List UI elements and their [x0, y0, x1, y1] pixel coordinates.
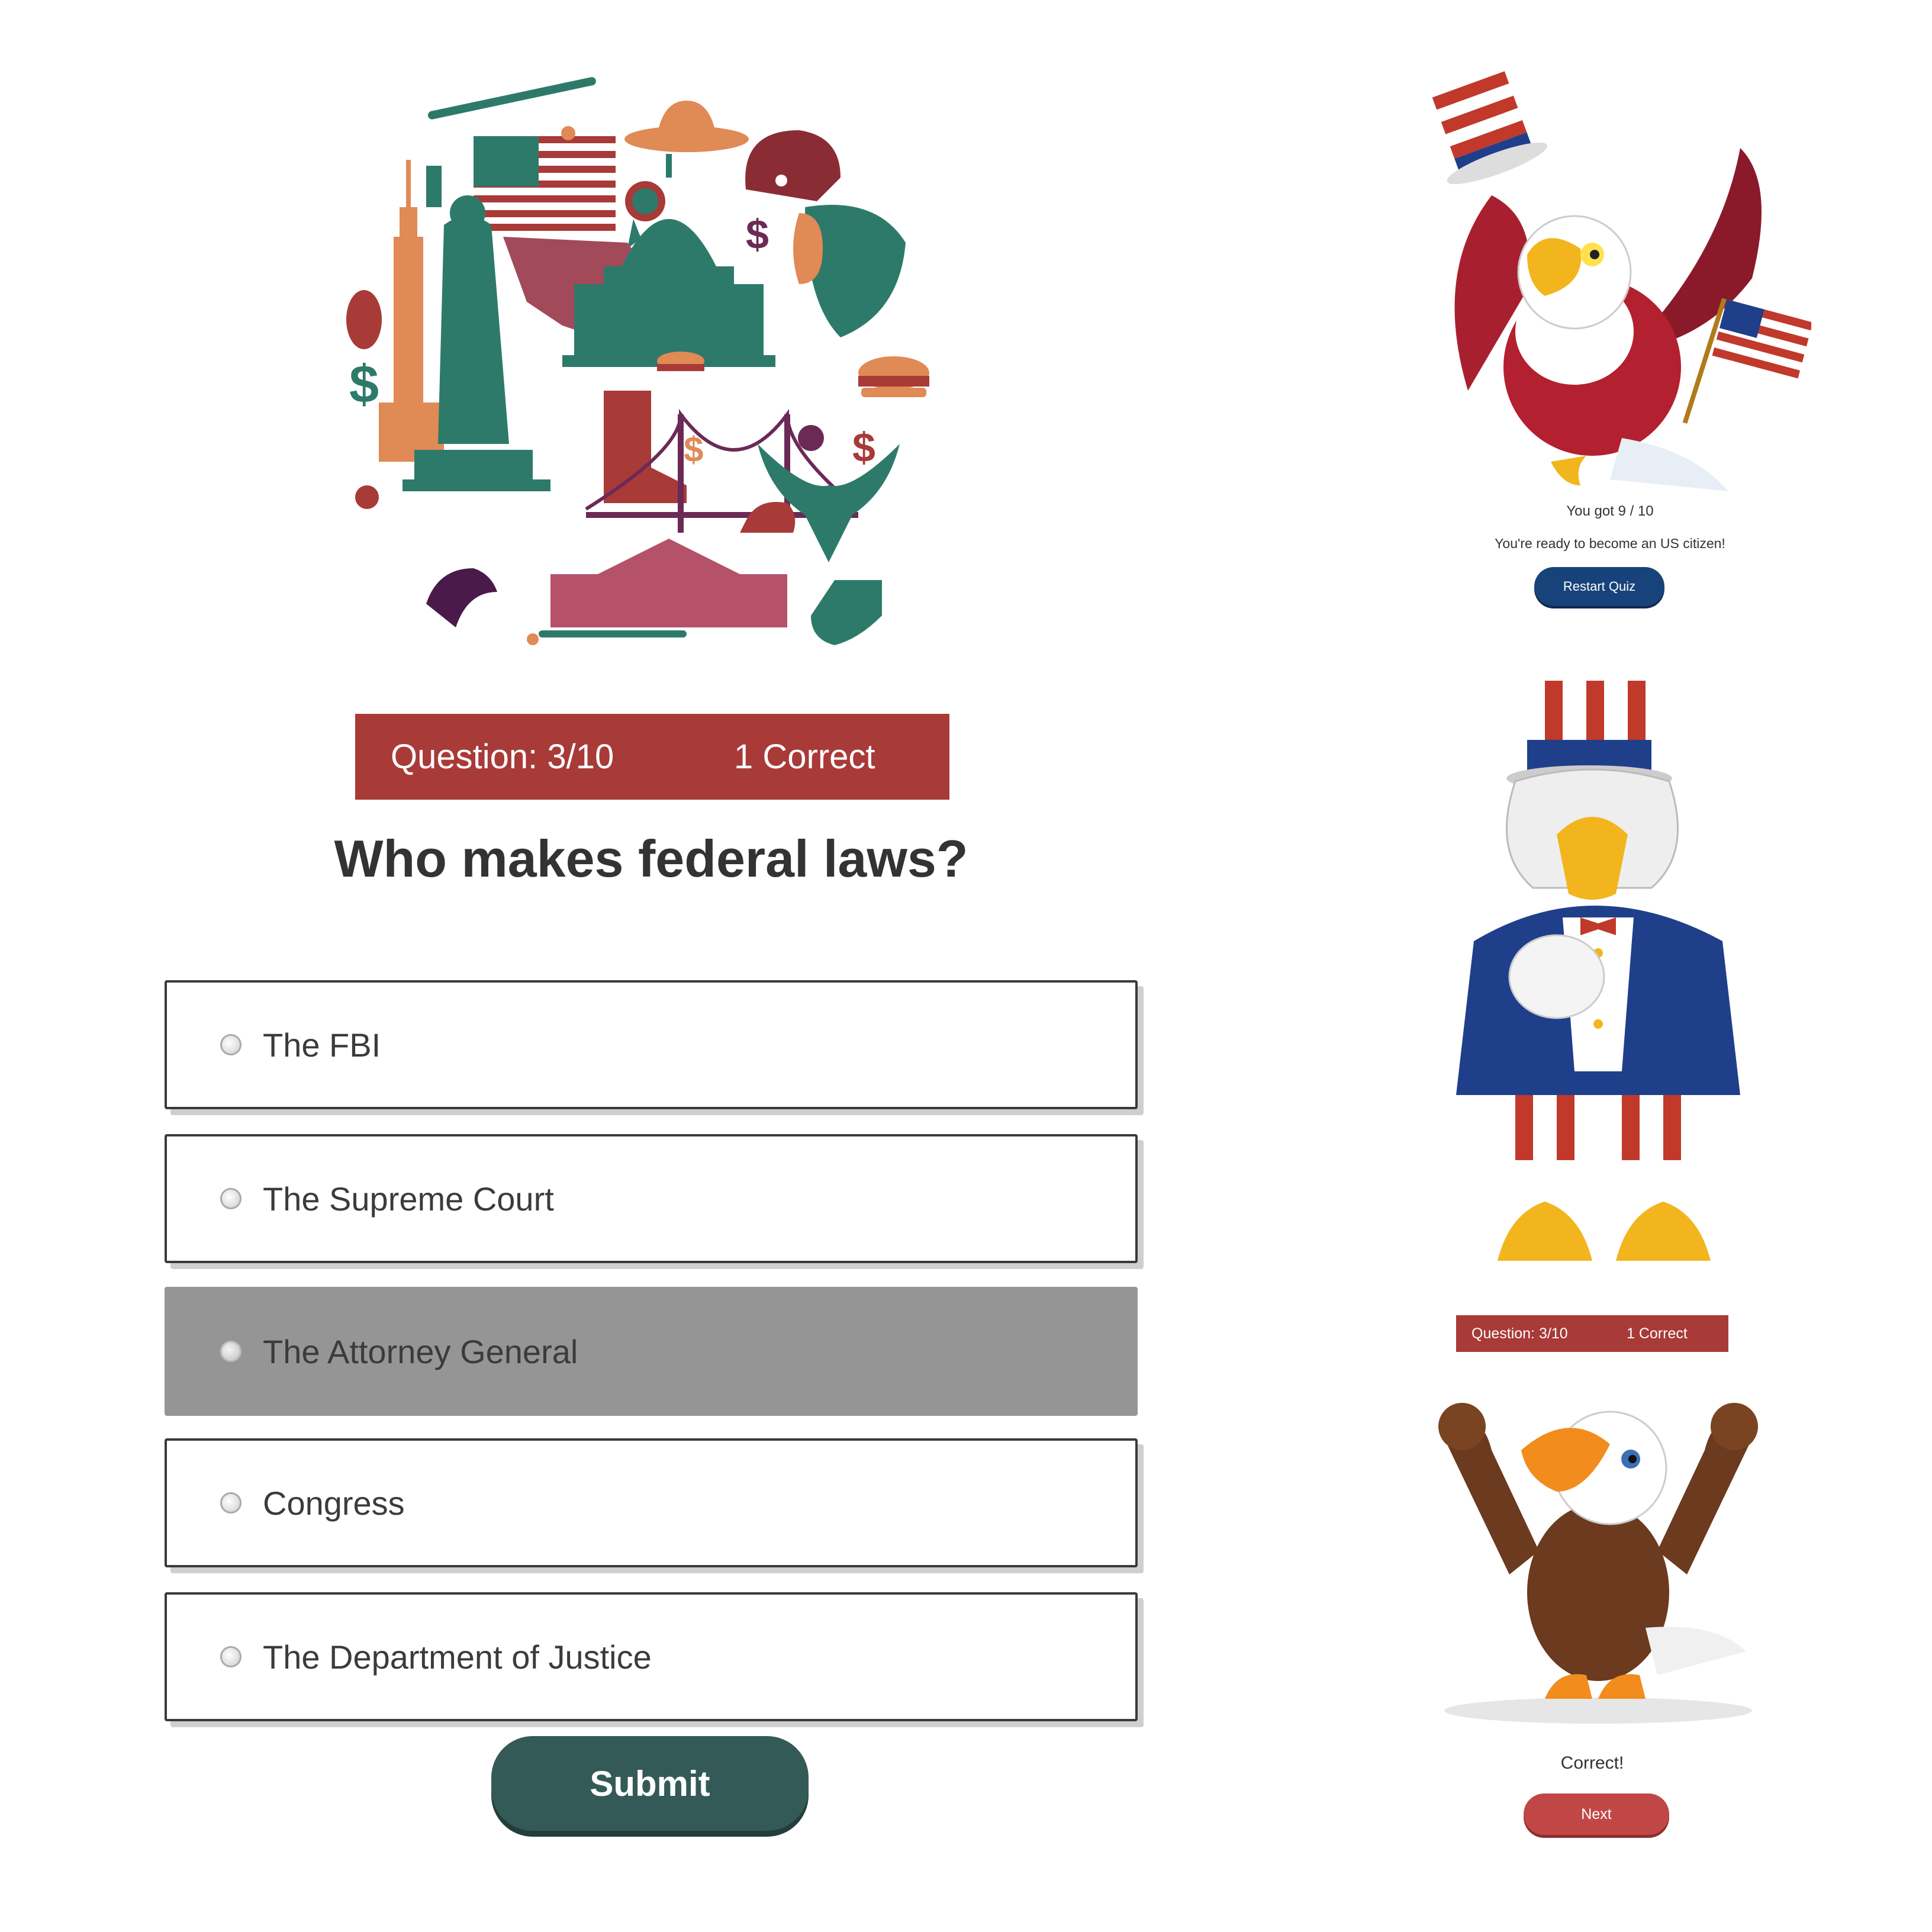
bat-icon — [539, 630, 687, 637]
answer-option-3[interactable]: The Attorney General — [165, 1287, 1138, 1416]
dollar-icon: $ — [852, 424, 875, 471]
us-flag-icon — [474, 136, 616, 231]
result-message: You're ready to become an US citizen! — [1495, 536, 1725, 551]
question-counter: Question: 3/10 — [391, 738, 614, 776]
correct-count: 1 Correct — [1627, 1325, 1688, 1342]
question-title: Who makes federal laws? — [334, 829, 968, 888]
fist-icon — [1508, 934, 1605, 1019]
bat-icon — [427, 77, 596, 120]
answer-option-4[interactable]: Congress — [165, 1438, 1138, 1567]
next-button[interactable]: Next — [1524, 1793, 1669, 1835]
celebrating-eagle-illustration — [1432, 71, 1811, 491]
answer-option-1[interactable]: The FBI — [165, 980, 1138, 1109]
stats-bar: Question: 3/10 1 Correct — [355, 714, 949, 800]
eagle-body — [1527, 1503, 1669, 1681]
radio-button[interactable] — [220, 1188, 242, 1209]
football-helmet-icon — [745, 130, 841, 201]
answer-label: The FBI — [263, 1026, 381, 1064]
thumb-icon — [1438, 1403, 1486, 1450]
correct-count: 1 Correct — [734, 738, 875, 776]
cap-icon — [740, 502, 796, 533]
answer-label: Congress — [263, 1484, 405, 1522]
feedback-result-text: Correct! — [1560, 1753, 1624, 1773]
shield-icon — [811, 580, 882, 645]
answer-label: The Department of Justice — [263, 1638, 652, 1676]
burger-icon — [657, 352, 704, 371]
score-text: You got 9 / 10 — [1566, 503, 1654, 519]
foot-icon — [1545, 1674, 1592, 1699]
feedback-stats-bar: Question: 3/10 1 Correct — [1456, 1315, 1728, 1352]
dollar-icon: $ — [746, 211, 769, 257]
foot-icon — [1551, 456, 1586, 485]
foot-icon — [1498, 1202, 1592, 1261]
submit-button[interactable]: Submit — [491, 1736, 809, 1831]
beak-icon — [1557, 817, 1628, 900]
foot-icon — [1616, 1202, 1711, 1261]
restart-quiz-button[interactable]: Restart Quiz — [1534, 567, 1664, 606]
dollar-icon: $ — [349, 355, 379, 414]
thumbs-up-eagle-illustration — [1438, 1403, 1758, 1724]
americana-illustration: $ $ $ $ — [346, 77, 929, 645]
question-counter: Question: 3/10 — [1471, 1325, 1568, 1342]
boot-icon — [604, 391, 687, 503]
burger-icon — [858, 356, 929, 397]
baseball-icon — [355, 485, 379, 509]
baseball-icon — [527, 633, 539, 645]
striped-pants — [1509, 1095, 1687, 1160]
answer-option-2[interactable]: The Supreme Court — [165, 1134, 1138, 1263]
answer-option-5[interactable]: The Department of Justice — [165, 1592, 1138, 1721]
uncle-sam-hat-icon — [1432, 71, 1548, 185]
eagle-head-icon — [426, 568, 497, 627]
radio-button[interactable] — [220, 1034, 242, 1055]
answer-label: The Supreme Court — [263, 1180, 554, 1218]
football-icon — [346, 290, 382, 349]
answer-label: The Attorney General — [263, 1332, 578, 1370]
thumb-icon — [1711, 1403, 1758, 1450]
cowboy-hat-icon — [624, 101, 749, 152]
radio-button[interactable] — [220, 1492, 242, 1514]
uncle-sam-eagle-illustration — [1456, 681, 1740, 1261]
baseball-icon — [561, 126, 575, 140]
baseball-icon — [798, 425, 824, 451]
white-house-icon — [550, 539, 787, 627]
headdress-icon — [793, 205, 906, 337]
radio-button[interactable] — [220, 1341, 242, 1362]
radio-button[interactable] — [220, 1646, 242, 1667]
